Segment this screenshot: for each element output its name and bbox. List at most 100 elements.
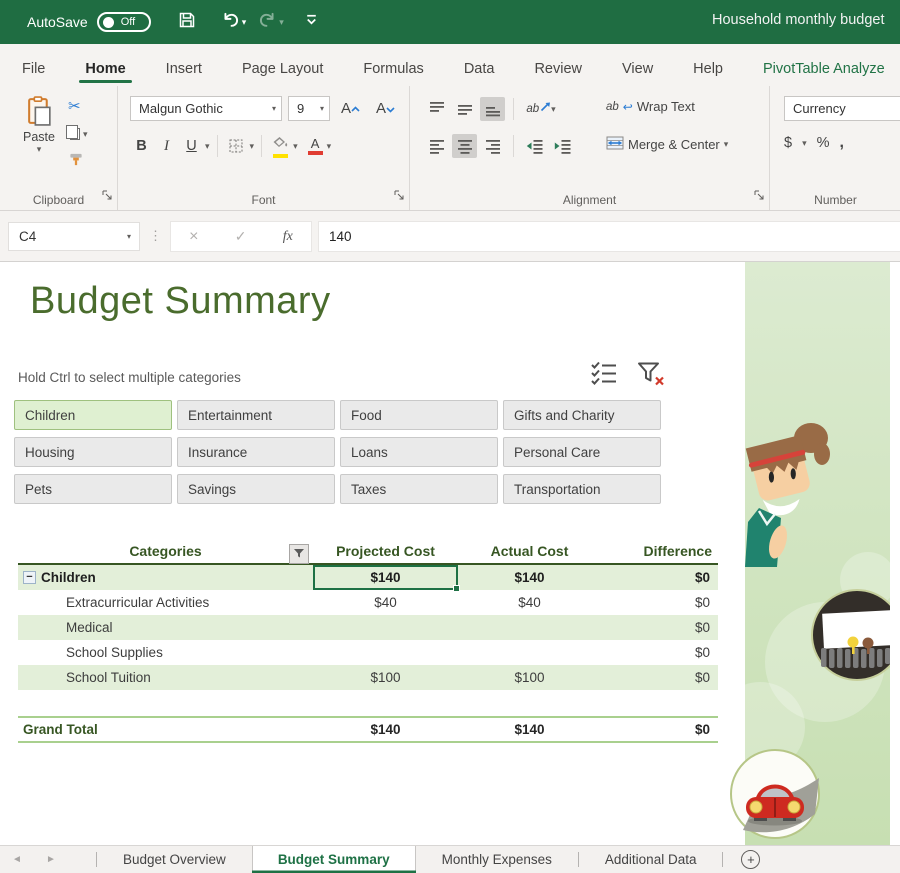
underline-button[interactable]: U [180,134,203,158]
underline-dropdown-icon[interactable]: ▾ [205,141,210,152]
cell-category[interactable]: School Supplies [18,645,313,660]
cell-category[interactable]: Grand Total [18,722,313,737]
font-color-dropdown-icon[interactable]: ▾ [327,141,332,152]
undo-dropdown-icon[interactable]: ▾ [242,17,247,28]
number-format-select[interactable]: Currency [784,96,900,121]
fill-color-dropdown-icon[interactable]: ▾ [293,141,298,152]
cell-category[interactable]: Children [41,570,96,585]
cell-projected[interactable]: $100 [313,670,458,685]
font-dialog-launcher[interactable] [394,187,404,205]
slicer-item-pets[interactable]: Pets [14,474,172,504]
copy-button[interactable]: ▾ [68,124,88,144]
tab-help[interactable]: Help [673,52,743,86]
decrease-indent-button[interactable] [522,134,547,158]
cell-actual[interactable]: $100 [458,670,601,685]
header-categories[interactable]: Categories [129,543,201,559]
formula-input[interactable]: 140 [318,221,900,252]
cell-difference[interactable]: $0 [601,670,718,685]
cell-difference[interactable]: $0 [601,620,718,635]
slicer-item-insurance[interactable]: Insurance [177,437,335,467]
font-size-select[interactable]: 9 ▾ [288,96,330,121]
decrease-font-button[interactable]: A [371,100,400,117]
format-painter-button[interactable] [68,152,88,172]
slicer-item-personal-care[interactable]: Personal Care [503,437,661,467]
comma-style-button[interactable]: , [840,134,844,152]
qat-customize-button[interactable] [298,7,325,37]
orientation-button[interactable]: ab ▾ [522,97,560,121]
slicer-item-entertainment[interactable]: Entertainment [177,400,335,430]
tab-home[interactable]: Home [65,52,145,86]
multi-select-button[interactable] [590,360,618,392]
cell-difference[interactable]: $0 [601,722,718,737]
percent-style-button[interactable]: % [817,135,830,151]
selected-cell[interactable]: $140 [313,565,458,590]
tab-review[interactable]: Review [514,52,602,86]
cell-actual[interactable]: $140 [458,570,601,585]
collapse-children-button[interactable]: − [23,571,36,584]
cancel-button[interactable]: × [189,228,198,246]
bold-button[interactable]: B [130,134,153,158]
sheet-tab-monthly-expenses[interactable]: Monthly Expenses [416,846,578,873]
accounting-format-button[interactable]: $ [784,135,792,151]
header-projected-cost[interactable]: Projected Cost [313,543,458,559]
borders-dropdown-icon[interactable]: ▾ [250,141,255,152]
cell-difference[interactable]: $0 [601,595,718,610]
cut-button[interactable]: ✂ [68,96,88,116]
cell-difference[interactable]: $0 [601,570,718,585]
clear-filter-button[interactable] [636,360,666,392]
font-name-select[interactable]: Malgun Gothic ▾ [130,96,282,121]
slicer-item-transportation[interactable]: Transportation [503,474,661,504]
merge-center-button[interactable]: Merge & Center ▾ [606,136,728,153]
new-sheet-button[interactable]: + [741,850,760,869]
align-right-button[interactable] [480,134,505,158]
name-box[interactable]: C4 ▾ [8,222,140,251]
fill-color-button[interactable] [269,135,291,158]
prev-sheet-button[interactable]: ◄ [0,846,34,873]
slicer-item-housing[interactable]: Housing [14,437,172,467]
cell-projected[interactable]: $140 [313,722,458,737]
tab-view[interactable]: View [602,52,673,86]
sheet-tab-budget-summary[interactable]: Budget Summary [252,846,416,873]
paste-button[interactable]: Paste ▾ [16,96,62,155]
align-left-button[interactable] [424,134,449,158]
font-color-button[interactable]: A [306,137,325,155]
header-difference[interactable]: Difference [601,543,718,559]
alignment-dialog-launcher[interactable] [754,187,764,205]
slicer-item-taxes[interactable]: Taxes [340,474,498,504]
clipboard-dialog-launcher[interactable] [102,187,112,205]
cell-difference[interactable]: $0 [601,645,718,660]
align-middle-button[interactable] [452,97,477,121]
enter-button[interactable]: ✓ [235,228,247,245]
category-filter-button[interactable] [289,544,309,564]
cell-actual[interactable]: $40 [458,595,601,610]
cell-category[interactable]: Extracurricular Activities [18,595,313,610]
next-sheet-button[interactable]: ► [34,846,68,873]
slicer-item-savings[interactable]: Savings [177,474,335,504]
cell-category[interactable]: School Tuition [18,670,313,685]
sheet-tab-budget-overview[interactable]: Budget Overview [97,846,252,873]
insert-function-button[interactable]: fx [283,229,293,245]
increase-indent-button[interactable] [550,134,575,158]
slicer-item-gifts-and-charity[interactable]: Gifts and Charity [503,400,661,430]
italic-button[interactable]: I [155,134,178,158]
tab-page-layout[interactable]: Page Layout [222,52,343,86]
save-button[interactable] [171,7,203,37]
align-bottom-button[interactable] [480,97,505,121]
header-actual-cost[interactable]: Actual Cost [458,543,601,559]
cell-category[interactable]: Medical [18,620,313,635]
wrap-text-button[interactable]: ab↩ Wrap Text [606,99,695,114]
accounting-dropdown-icon[interactable]: ▾ [802,138,807,149]
increase-font-button[interactable]: A [336,100,365,117]
tab-insert[interactable]: Insert [146,52,222,86]
tab-data[interactable]: Data [444,52,515,86]
cell-projected[interactable]: $40 [313,595,458,610]
borders-button[interactable] [225,134,248,158]
redo-button[interactable]: ▾ [252,7,290,37]
slicer-item-loans[interactable]: Loans [340,437,498,467]
slicer-item-food[interactable]: Food [340,400,498,430]
undo-button[interactable]: ▾ [215,7,253,37]
cell-actual[interactable]: $140 [458,722,601,737]
align-center-button[interactable] [452,134,477,158]
sheet-tab-additional-data[interactable]: Additional Data [579,846,723,873]
autosave-toggle[interactable]: Off [97,12,151,32]
